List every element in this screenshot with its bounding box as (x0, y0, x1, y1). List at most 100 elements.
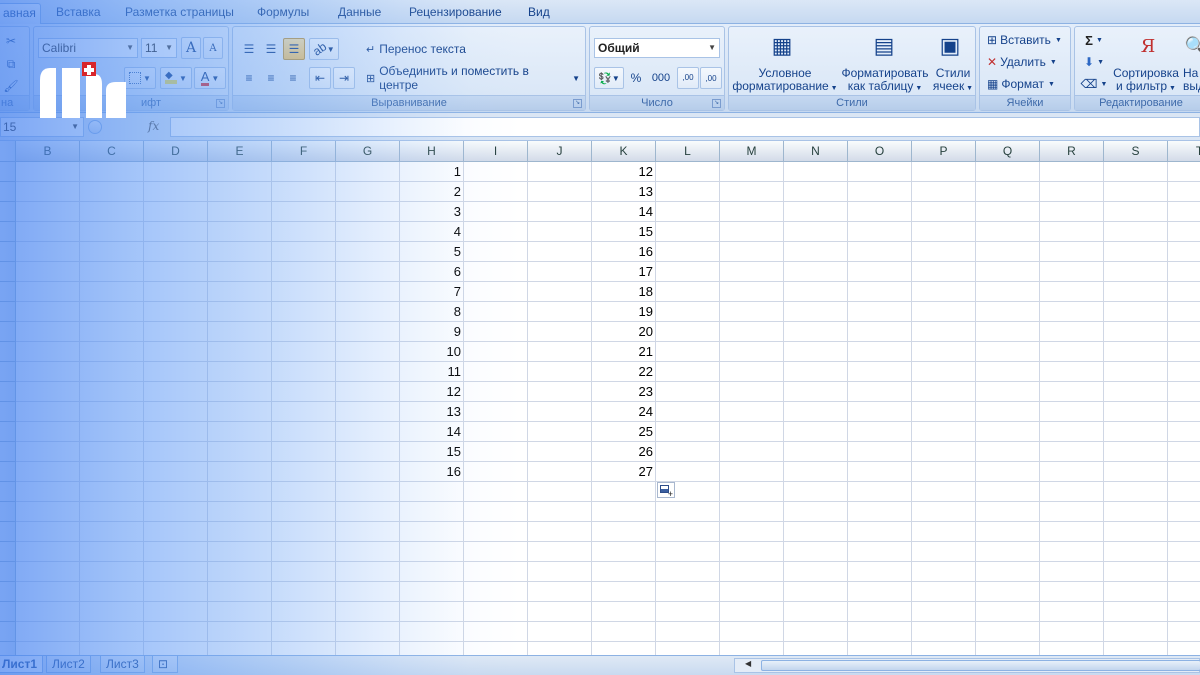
cell-column-k[interactable]: 13 (592, 182, 656, 202)
column-header-n[interactable]: N (784, 141, 848, 162)
font-dialog-launcher-icon[interactable]: ↘ (216, 99, 225, 108)
cell-column-k[interactable]: 21 (592, 342, 656, 362)
cell-column-h[interactable]: 5 (400, 242, 464, 262)
column-header-f[interactable]: F (272, 141, 336, 162)
column-header-g[interactable]: G (336, 141, 400, 162)
sheet-tab-2[interactable]: Лист2 (46, 656, 91, 673)
cell-column-h[interactable]: 10 (400, 342, 464, 362)
cell-column-h[interactable]: 15 (400, 442, 464, 462)
cut-icon[interactable]: ✂ (1, 30, 21, 52)
cell-column-h[interactable]: 3 (400, 202, 464, 222)
column-header-d[interactable]: D (144, 141, 208, 162)
format-as-table-button[interactable]: Форматировать как таблицу ▼ (839, 67, 931, 95)
cell-column-k[interactable]: 19 (592, 302, 656, 322)
autosum-button[interactable]: Σ ▼ (1079, 30, 1109, 50)
number-dialog-launcher-icon[interactable]: ↘ (712, 99, 721, 108)
cell-column-h[interactable]: 8 (400, 302, 464, 322)
column-header-h[interactable]: H (400, 141, 464, 162)
row-header[interactable] (0, 282, 16, 302)
column-header-b[interactable]: B (16, 141, 80, 162)
cell-column-k[interactable]: 12 (592, 162, 656, 182)
row-header[interactable] (0, 322, 16, 342)
align-right-icon[interactable]: ≡ (283, 67, 303, 89)
column-header-k[interactable]: K (592, 141, 656, 162)
italic-button[interactable]: К (38, 67, 54, 89)
column-header-j[interactable]: J (528, 141, 592, 162)
column-header-l[interactable]: L (656, 141, 720, 162)
increase-indent-icon[interactable]: ⇥ (333, 67, 355, 89)
grow-font-button[interactable]: A (181, 37, 201, 59)
column-header-r[interactable]: R (1040, 141, 1104, 162)
row-header[interactable] (0, 362, 16, 382)
horizontal-scrollbar[interactable]: ◀ (734, 658, 1200, 673)
align-middle-icon[interactable]: ☰ (261, 38, 281, 60)
copy-icon[interactable]: ⧉ (1, 53, 21, 75)
cell-column-h[interactable]: 13 (400, 402, 464, 422)
select-all-corner[interactable] (0, 141, 16, 162)
format-painter-icon[interactable]: 🖌 (1, 75, 21, 97)
cell-styles-icon[interactable]: ▣ (933, 31, 967, 61)
sort-filter-icon[interactable]: Я (1131, 31, 1165, 61)
align-left-icon[interactable]: ≡ (239, 67, 259, 89)
align-bottom-icon[interactable]: ☰ (283, 38, 305, 60)
font-size-select[interactable]: 11 ▼ (141, 38, 177, 58)
delete-cells-button[interactable]: ✕ Удалить ▼ (984, 52, 1060, 72)
clear-button[interactable]: ⌫ ▼ (1079, 74, 1109, 94)
column-header-i[interactable]: I (464, 141, 528, 162)
font-color-button[interactable]: А ▼ (194, 67, 226, 89)
column-header-p[interactable]: P (912, 141, 976, 162)
row-header[interactable] (0, 642, 16, 655)
row-header[interactable] (0, 182, 16, 202)
cell-column-h[interactable]: 11 (400, 362, 464, 382)
row-header[interactable] (0, 422, 16, 442)
format-cells-button[interactable]: ▦ Формат ▼ (984, 74, 1058, 94)
cell-column-k[interactable]: 18 (592, 282, 656, 302)
tab-home[interactable]: авная (0, 3, 41, 24)
cell-column-h[interactable]: 9 (400, 322, 464, 342)
percent-button[interactable]: % (626, 67, 646, 89)
row-header[interactable] (0, 502, 16, 522)
row-header[interactable] (0, 622, 16, 642)
tab-formulas[interactable]: Формулы (253, 3, 313, 24)
cell-column-h[interactable]: 14 (400, 422, 464, 442)
formula-input[interactable] (170, 117, 1200, 137)
tab-review[interactable]: Рецензирование (405, 3, 506, 24)
cell-column-k[interactable]: 24 (592, 402, 656, 422)
cell-column-h[interactable]: 1 (400, 162, 464, 182)
cell-column-k[interactable]: 22 (592, 362, 656, 382)
row-header[interactable] (0, 462, 16, 482)
font-name-select[interactable]: Calibri ▼ (38, 38, 138, 58)
row-header[interactable] (0, 222, 16, 242)
row-header[interactable] (0, 542, 16, 562)
sort-filter-button[interactable]: Сортировка и фильтр ▼ (1111, 67, 1181, 95)
column-header-o[interactable]: O (848, 141, 912, 162)
formula-bar-resize-icon[interactable] (88, 120, 102, 134)
tab-page-layout[interactable]: Разметка страницы (121, 3, 238, 24)
fill-button[interactable]: ⬇ ▼ (1079, 52, 1109, 72)
row-header[interactable] (0, 522, 16, 542)
column-header-e[interactable]: E (208, 141, 272, 162)
name-box[interactable]: 15 ▼ (0, 117, 84, 137)
borders-button[interactable]: ▼ (124, 67, 156, 89)
conditional-formatting-button[interactable]: Условное форматирование ▼ (731, 67, 839, 95)
column-header-s[interactable]: S (1104, 141, 1168, 162)
cell-column-k[interactable]: 17 (592, 262, 656, 282)
row-header[interactable] (0, 302, 16, 322)
row-header[interactable] (0, 562, 16, 582)
column-header-q[interactable]: Q (976, 141, 1040, 162)
scroll-left-icon[interactable]: ◀ (745, 659, 751, 668)
row-header[interactable] (0, 442, 16, 462)
cell-column-k[interactable]: 23 (592, 382, 656, 402)
column-header-c[interactable]: C (80, 141, 144, 162)
row-header[interactable] (0, 402, 16, 422)
cell-column-h[interactable]: 4 (400, 222, 464, 242)
cell-column-k[interactable]: 20 (592, 322, 656, 342)
cell-column-h[interactable]: 7 (400, 282, 464, 302)
cell-column-k[interactable]: 26 (592, 442, 656, 462)
column-header-t[interactable]: T (1168, 141, 1200, 162)
orientation-button[interactable]: ab ▼ (309, 38, 339, 60)
insert-function-icon[interactable]: fx (148, 119, 159, 133)
cell-column-k[interactable]: 14 (592, 202, 656, 222)
autofill-options-button[interactable]: + (657, 482, 675, 499)
row-header[interactable] (0, 342, 16, 362)
